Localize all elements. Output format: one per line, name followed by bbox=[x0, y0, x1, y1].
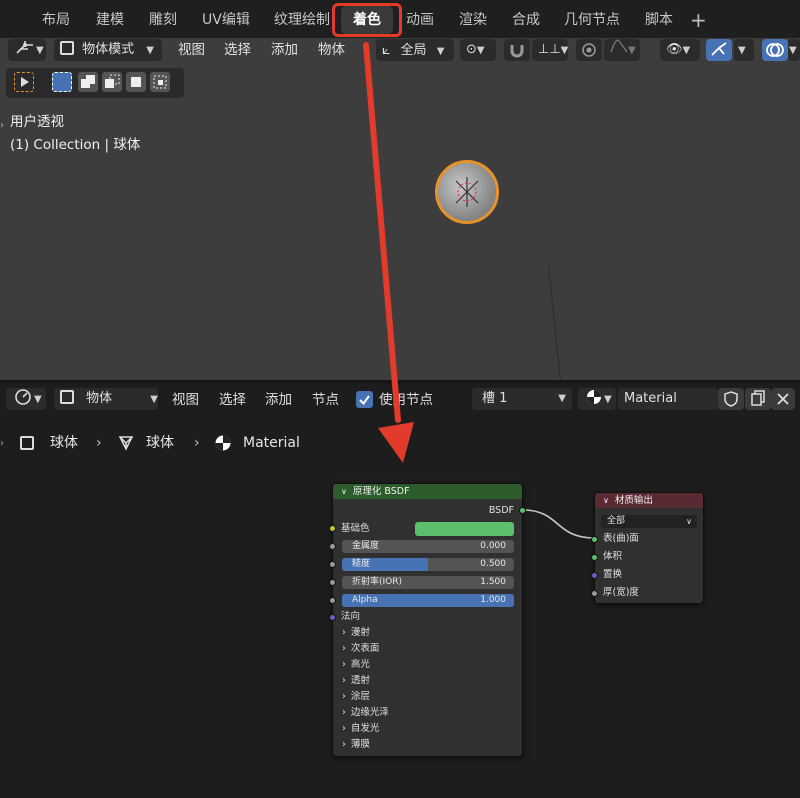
surface-label: 表(曲)面 bbox=[603, 533, 639, 544]
normal-socket[interactable] bbox=[329, 614, 336, 621]
volume-label: 体积 bbox=[603, 551, 623, 562]
bsdf-panel-item[interactable]: › 薄膜 bbox=[342, 737, 370, 753]
thickness-socket[interactable] bbox=[591, 590, 598, 597]
alpha-field[interactable]: Alpha 1.000 bbox=[342, 594, 514, 607]
target-label: 全部 bbox=[607, 516, 626, 526]
chevron-right-icon: › bbox=[342, 675, 346, 686]
chevron-right-icon: › bbox=[342, 691, 346, 702]
surface-socket[interactable] bbox=[591, 536, 598, 543]
alpha-label: Alpha bbox=[352, 595, 378, 605]
metallic-value: 0.000 bbox=[480, 541, 506, 551]
base-color-swatch[interactable] bbox=[415, 522, 514, 536]
alpha-socket[interactable] bbox=[329, 597, 336, 604]
bsdf-panel-item[interactable]: › 边缘光泽 bbox=[342, 705, 389, 721]
ior-field[interactable]: 折射率(IOR) 1.500 bbox=[342, 576, 514, 589]
bsdf-output-socket[interactable] bbox=[519, 507, 526, 514]
ior-socket[interactable] bbox=[329, 579, 336, 586]
bsdf-node-header[interactable]: ∨ 原理化 BSDF bbox=[333, 484, 522, 499]
bsdf-node-title: 原理化 BSDF bbox=[352, 486, 410, 497]
bsdf-panel-item[interactable]: › 漫射 bbox=[342, 625, 370, 641]
bsdf-panel-label: 自发光 bbox=[350, 723, 380, 734]
metallic-field[interactable]: 金属度 0.000 bbox=[342, 540, 514, 553]
chevron-right-icon: › bbox=[342, 627, 346, 638]
chevron-right-icon: › bbox=[342, 723, 346, 734]
output-node-header[interactable]: ∨ 材质输出 bbox=[595, 493, 703, 508]
bsdf-panel-item[interactable]: › 透射 bbox=[342, 673, 370, 689]
bsdf-panel-item[interactable]: › 次表面 bbox=[342, 641, 379, 657]
normal-label: 法向 bbox=[341, 611, 361, 622]
roughness-field[interactable]: 糙度 0.500 bbox=[342, 558, 514, 571]
bsdf-panel-label: 漫射 bbox=[350, 627, 370, 638]
chevron-right-icon: › bbox=[342, 643, 346, 654]
metallic-label: 金属度 bbox=[352, 541, 380, 551]
chevron-down-icon: ∨ bbox=[686, 517, 692, 526]
principled-bsdf-node[interactable]: ∨ 原理化 BSDF BSDF 基础色 金属度 0.000 糙度 0.500 折… bbox=[329, 483, 526, 757]
bsdf-panel-label: 边缘光泽 bbox=[350, 707, 389, 718]
thickness-label: 厚(宽)度 bbox=[603, 587, 639, 598]
base-color-socket[interactable] bbox=[329, 525, 336, 532]
ior-value: 1.500 bbox=[480, 577, 506, 587]
roughness-socket[interactable] bbox=[329, 561, 336, 568]
base-color-label: 基础色 bbox=[341, 523, 370, 534]
ior-label: 折射率(IOR) bbox=[352, 577, 403, 587]
bsdf-panel-label: 涂层 bbox=[350, 691, 370, 702]
bsdf-panel-label: 薄膜 bbox=[350, 739, 370, 750]
material-output-node[interactable]: ∨ 材质输出 全部 ∨ 表(曲)面 体积 置换 厚(宽)度 bbox=[591, 492, 704, 604]
bsdf-output-label: BSDF bbox=[488, 505, 514, 516]
roughness-value: 0.500 bbox=[480, 559, 506, 569]
chevron-right-icon: › bbox=[342, 659, 346, 670]
displacement-label: 置换 bbox=[603, 569, 623, 580]
bsdf-panel-item[interactable]: › 自发光 bbox=[342, 721, 379, 737]
chevron-right-icon: › bbox=[342, 707, 346, 718]
bsdf-panel-label: 高光 bbox=[350, 659, 370, 670]
metallic-socket[interactable] bbox=[329, 543, 336, 550]
collapse-chevron-icon[interactable]: ∨ bbox=[341, 487, 347, 496]
bsdf-panel-item[interactable]: › 涂层 bbox=[342, 689, 370, 705]
bsdf-panel-label: 次表面 bbox=[350, 643, 380, 654]
output-node-title: 材质输出 bbox=[614, 495, 653, 506]
alpha-value: 1.000 bbox=[480, 595, 506, 605]
displacement-socket[interactable] bbox=[591, 572, 598, 579]
collapse-chevron-icon[interactable]: ∨ bbox=[603, 496, 609, 505]
target-dropdown[interactable]: 全部 ∨ bbox=[601, 515, 697, 528]
volume-socket[interactable] bbox=[591, 554, 598, 561]
bsdf-panel-label: 透射 bbox=[350, 675, 370, 686]
bsdf-panel-item[interactable]: › 高光 bbox=[342, 657, 370, 673]
chevron-right-icon: › bbox=[342, 739, 346, 750]
roughness-label: 糙度 bbox=[352, 559, 371, 569]
